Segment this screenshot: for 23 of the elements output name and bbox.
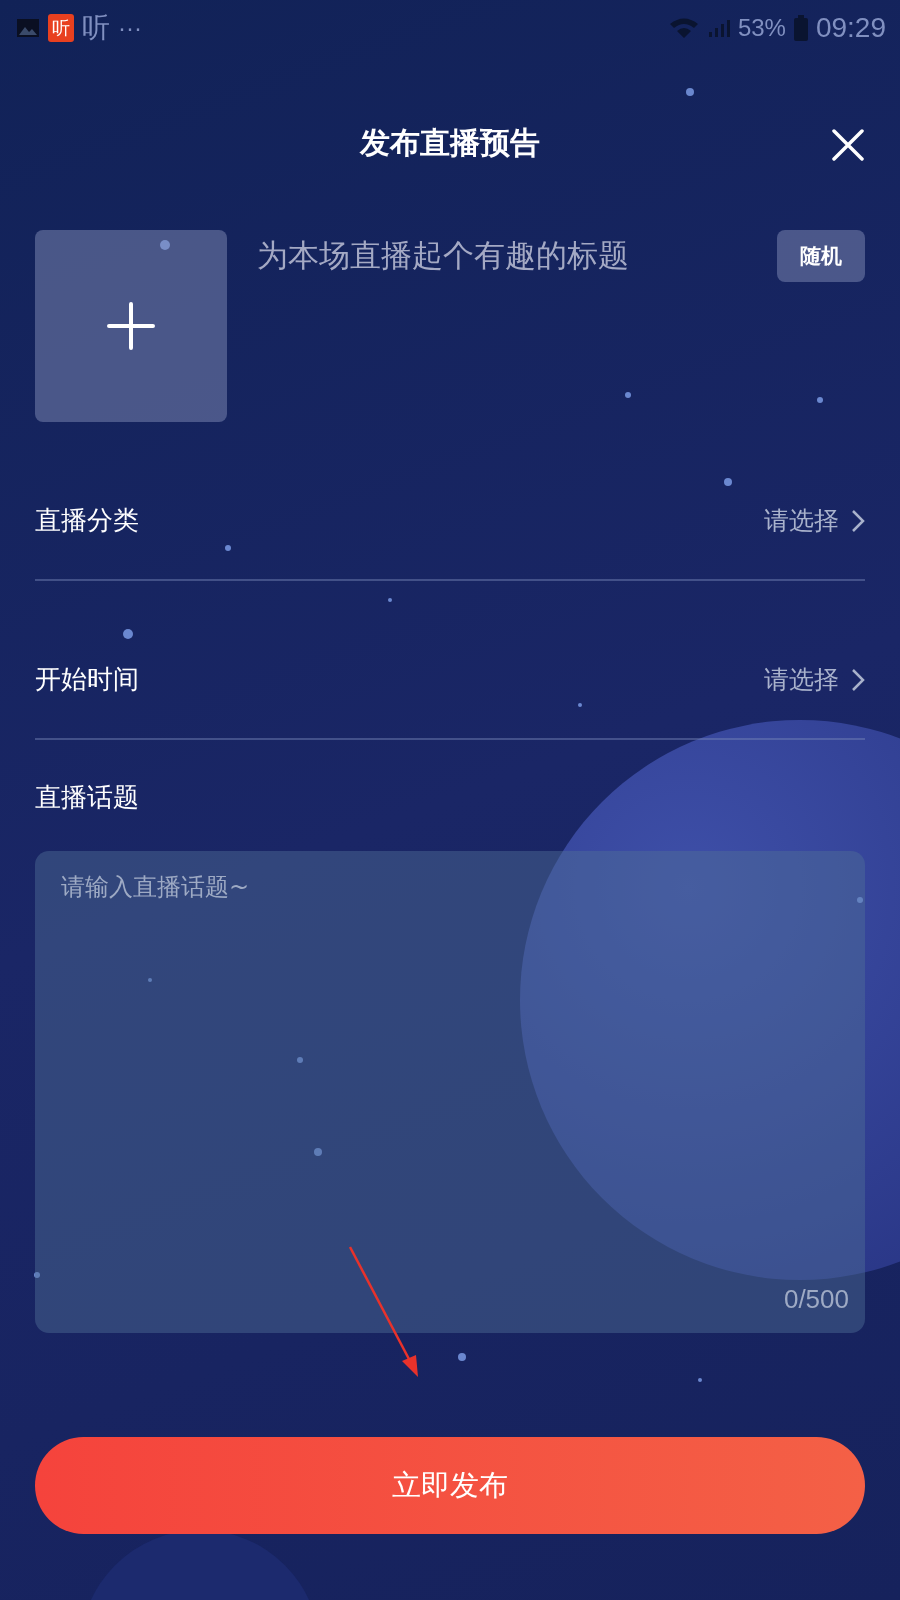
row-label: 开始时间 — [35, 663, 140, 696]
more-indicator: ··· — [118, 14, 142, 42]
page-title: 发布直播预告 — [360, 123, 540, 162]
random-button[interactable]: 随机 — [777, 230, 865, 282]
signal-icon — [707, 18, 730, 38]
battery-percent: 53% — [737, 14, 786, 42]
app-badge: 听 — [48, 14, 74, 42]
character-counter: 0/500 — [783, 1284, 849, 1315]
close-icon[interactable] — [832, 129, 864, 161]
row-label: 直播分类 — [35, 504, 140, 537]
select-row[interactable]: 开始时间 请选择 — [35, 581, 865, 740]
clock: 09:29 — [815, 12, 886, 44]
row-value: 请选择 — [764, 664, 839, 696]
topic-label: 直播话题 — [35, 781, 140, 814]
plus-icon — [107, 302, 155, 350]
title-input-field[interactable]: 为本场直播起个有趣的标题 — [257, 230, 777, 280]
gallery-icon — [16, 18, 40, 38]
app-name: 听 — [82, 11, 110, 45]
chevron-icon — [851, 667, 865, 692]
select-row[interactable]: 直播分类 请选择 — [35, 422, 865, 581]
chevron-icon — [851, 508, 865, 533]
row-value: 请选择 — [764, 505, 839, 537]
battery-icon — [793, 15, 808, 41]
